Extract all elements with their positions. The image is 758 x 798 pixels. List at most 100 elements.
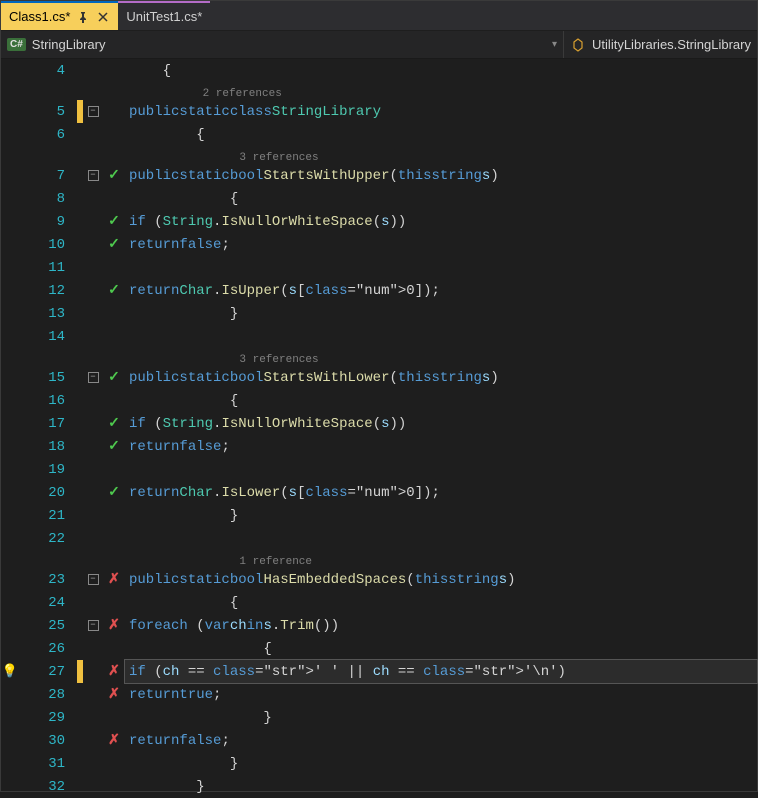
line-number: 31 (19, 756, 77, 772)
code-content[interactable] (125, 325, 757, 348)
code-content[interactable]: { (125, 637, 757, 660)
codelens-reference[interactable]: 3 references (1, 146, 757, 164)
code-editor[interactable]: 4 {2 references 5 − public static class … (1, 59, 757, 791)
code-line[interactable]: 23 − ✗ public static bool HasEmbeddedSpa… (1, 568, 757, 591)
fold-toggle-icon[interactable]: − (88, 620, 99, 631)
code-content[interactable]: return Char.IsUpper(s[class="num">0]); (125, 279, 757, 302)
code-line[interactable]: 💡 27 ✗ if (ch == class="str">' ' || ch =… (1, 660, 757, 683)
code-content[interactable]: if (ch == class="str">' ' || ch == class… (125, 660, 757, 683)
line-number: 11 (19, 260, 77, 276)
code-content[interactable]: if (String.IsNullOrWhiteSpace(s)) (125, 412, 757, 435)
code-line[interactable]: 13 } (1, 302, 757, 325)
code-content[interactable]: } (125, 752, 757, 775)
code-content[interactable]: } (125, 775, 757, 798)
pin-icon[interactable] (76, 10, 90, 24)
tab-unittest1[interactable]: UnitTest1.cs* (118, 1, 210, 30)
code-line[interactable]: 8 { (1, 187, 757, 210)
code-line[interactable]: 26 { (1, 637, 757, 660)
change-indicator (77, 660, 83, 683)
code-content[interactable]: { (125, 389, 757, 412)
change-indicator (77, 233, 83, 256)
code-line[interactable]: 20 ✓ return Char.IsLower(s[class="num">0… (1, 481, 757, 504)
code-line[interactable]: 17 ✓ if (String.IsNullOrWhiteSpace(s)) (1, 412, 757, 435)
code-content[interactable]: } (125, 504, 757, 527)
scope-label: StringLibrary (32, 37, 106, 52)
change-indicator (77, 187, 83, 210)
test-pass-icon: ✓ (108, 415, 120, 432)
code-line[interactable]: 7 − ✓ public static bool StartsWithUpper… (1, 164, 757, 187)
code-line[interactable]: 30 ✗ return false; (1, 729, 757, 752)
code-content[interactable]: public static bool StartsWithUpper(this … (125, 164, 757, 187)
test-fail-icon: ✗ (108, 663, 120, 680)
code-content[interactable]: return false; (125, 435, 757, 458)
line-number: 20 (19, 485, 77, 501)
code-content[interactable]: return false; (125, 729, 757, 752)
code-line[interactable]: 24 { (1, 591, 757, 614)
code-line[interactable]: 10 ✓ return false; (1, 233, 757, 256)
codelens-reference[interactable]: 2 references (1, 82, 757, 100)
change-indicator (77, 752, 83, 775)
code-content[interactable]: { (125, 591, 757, 614)
code-line[interactable]: 5 − public static class StringLibrary (1, 100, 757, 123)
code-line[interactable]: 12 ✓ return Char.IsUpper(s[class="num">0… (1, 279, 757, 302)
test-pass-icon: ✓ (108, 282, 120, 299)
line-number: 21 (19, 508, 77, 524)
tab-class1[interactable]: Class1.cs* (1, 1, 118, 30)
change-indicator (77, 458, 83, 481)
code-content[interactable]: public static bool HasEmbeddedSpaces(thi… (125, 568, 757, 591)
line-number: 9 (19, 214, 77, 230)
code-line[interactable]: 9 ✓ if (String.IsNullOrWhiteSpace(s)) (1, 210, 757, 233)
line-number: 19 (19, 462, 77, 478)
test-pass-icon: ✓ (108, 167, 120, 184)
tab-label: Class1.cs* (9, 9, 70, 24)
code-content[interactable]: { (125, 59, 757, 82)
breadcrumb-member[interactable]: UtilityLibraries.StringLibrary (564, 31, 757, 58)
code-content[interactable]: public static class StringLibrary (125, 100, 757, 123)
code-line[interactable]: 21 } (1, 504, 757, 527)
code-line[interactable]: 11 (1, 256, 757, 279)
fold-toggle-icon[interactable]: − (88, 574, 99, 585)
code-content[interactable] (125, 527, 757, 550)
code-line[interactable]: 31 } (1, 752, 757, 775)
codelens-reference[interactable]: 1 reference (1, 550, 757, 568)
code-content[interactable] (125, 458, 757, 481)
code-content[interactable]: { (125, 187, 757, 210)
breadcrumb-scope[interactable]: C# StringLibrary ▾ (1, 31, 564, 58)
code-line[interactable]: 4 { (1, 59, 757, 82)
code-content[interactable]: if (String.IsNullOrWhiteSpace(s)) (125, 210, 757, 233)
code-content[interactable]: } (125, 302, 757, 325)
line-number: 18 (19, 439, 77, 455)
code-line[interactable]: 28 ✗ return true; (1, 683, 757, 706)
code-content[interactable]: { (125, 123, 757, 146)
codelens-reference[interactable]: 3 references (1, 348, 757, 366)
code-line[interactable]: 25 − ✗ foreach (var ch in s.Trim()) (1, 614, 757, 637)
code-content[interactable]: return true; (125, 683, 757, 706)
code-content[interactable]: return false; (125, 233, 757, 256)
test-pass-icon: ✓ (108, 236, 120, 253)
fold-toggle-icon[interactable]: − (88, 372, 99, 383)
line-number: 22 (19, 531, 77, 547)
change-indicator (77, 435, 83, 458)
change-indicator (77, 683, 83, 706)
lightbulb-icon[interactable]: 💡 (2, 664, 18, 679)
code-line[interactable]: 18 ✓ return false; (1, 435, 757, 458)
fold-toggle-icon[interactable]: − (88, 106, 99, 117)
code-line[interactable]: 22 (1, 527, 757, 550)
line-number: 17 (19, 416, 77, 432)
class-icon (570, 37, 586, 53)
code-content[interactable]: foreach (var ch in s.Trim()) (125, 614, 757, 637)
code-line[interactable]: 32 } (1, 775, 757, 798)
code-line[interactable]: 16 { (1, 389, 757, 412)
code-line[interactable]: 6 { (1, 123, 757, 146)
code-line[interactable]: 15 − ✓ public static bool StartsWithLowe… (1, 366, 757, 389)
code-line[interactable]: 14 (1, 325, 757, 348)
fold-toggle-icon[interactable]: − (88, 170, 99, 181)
code-content[interactable] (125, 256, 757, 279)
code-content[interactable]: return Char.IsLower(s[class="num">0]); (125, 481, 757, 504)
code-content[interactable]: public static bool StartsWithLower(this … (125, 366, 757, 389)
code-line[interactable]: 19 (1, 458, 757, 481)
code-line[interactable]: 29 } (1, 706, 757, 729)
code-content[interactable]: } (125, 706, 757, 729)
test-fail-icon: ✗ (108, 686, 120, 703)
close-icon[interactable] (96, 10, 110, 24)
